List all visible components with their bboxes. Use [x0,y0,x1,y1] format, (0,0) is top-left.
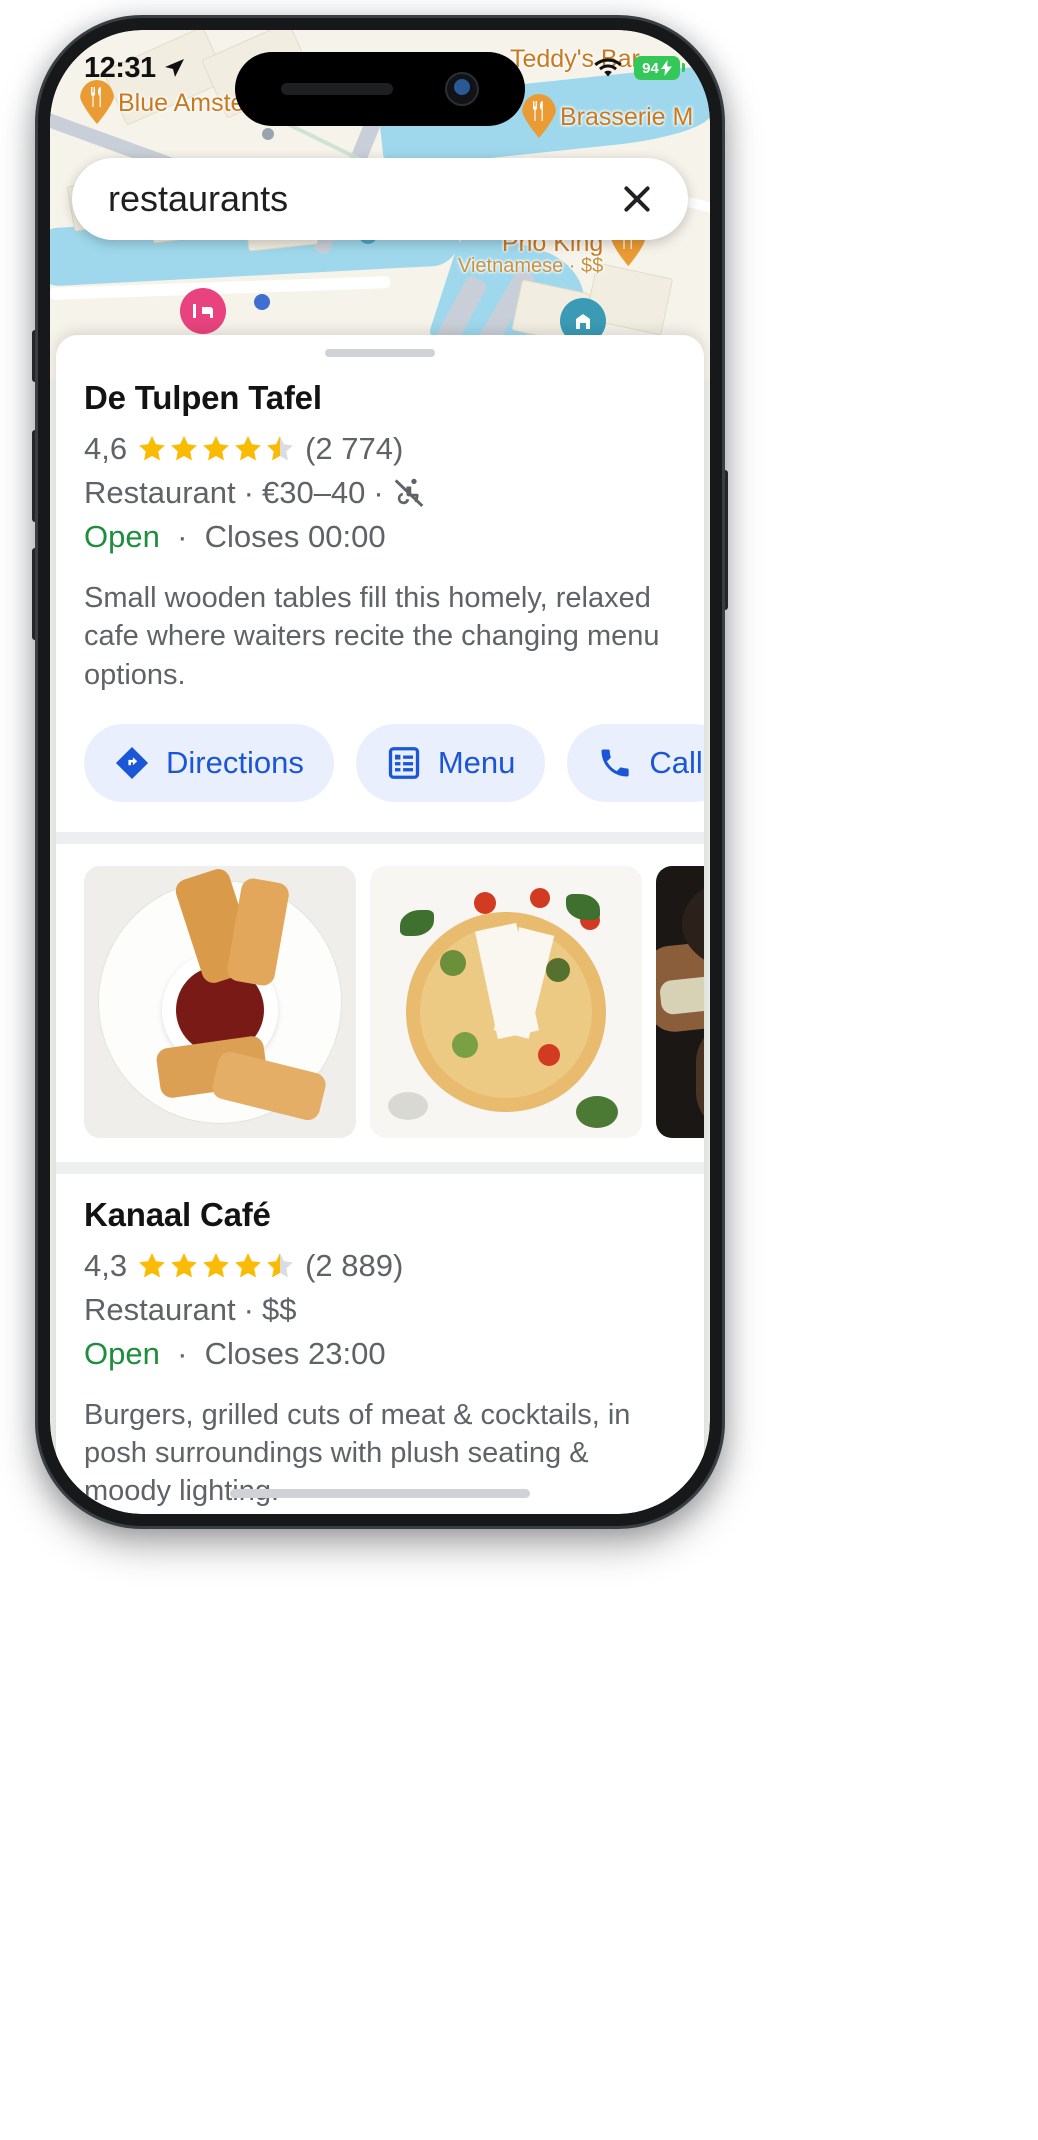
result-card-de-tulpen-tafel[interactable]: De Tulpen Tafel 4,6 (2 774) Restaurant ·… [56,379,704,1138]
rating-value: 4,6 [84,431,128,466]
star-icon [139,1252,165,1278]
meta-row: Restaurant · $$ [84,1292,676,1328]
open-status: Open [84,1335,160,1371]
results-sheet[interactable]: De Tulpen Tafel 4,6 (2 774) Restaurant ·… [56,335,704,1514]
star-half-icon [267,1252,293,1278]
card-divider [56,1161,704,1174]
home-indicator[interactable] [230,1489,530,1498]
menu-label: Menu [437,744,516,780]
dynamic-island [235,52,525,126]
place-name: De Tulpen Tafel [84,379,322,416]
star-icon [235,436,261,461]
result-card-kanaal-cafe[interactable]: Kanaal Café 4,3 (2 889) Restaurant · $$ … [56,1195,704,1514]
star-icon [171,436,197,461]
action-chips[interactable]: Directions Menu Call [56,723,704,802]
earpiece-speaker [281,83,393,95]
phone-frame: Blue Amsterdam Teddy's Bar Brasserie M P… [38,18,722,1526]
map-poi-label: Teddy's Bar [510,45,640,73]
menu-list-icon [388,746,419,779]
meta-dot: · [168,1335,197,1371]
star-half-icon [267,436,293,461]
restaurant-pin-icon [80,80,114,124]
map-poi-sublabel: Vietnamese · $$ [458,255,604,278]
map-pin-hotel[interactable] [180,288,226,334]
meta-dot: · [243,1291,254,1327]
place-category: Restaurant [84,1291,236,1327]
photo-churros-with-dipping-sauce[interactable] [84,865,356,1138]
star-icon [171,1252,197,1278]
place-description: Small wooden tables fill this homely, re… [84,582,660,691]
star-rating [137,434,295,464]
close-x-icon[interactable] [620,182,654,216]
search-bar[interactable]: restaurants [72,158,688,240]
review-count: (2 774) [305,431,404,466]
star-icon [203,1252,229,1278]
place-name: Kanaal Café [84,1195,271,1233]
search-input[interactable]: restaurants [108,178,288,220]
closing-time: Closes 23:00 [204,1335,386,1371]
restaurant-pin-icon [522,94,556,138]
phone-screen: Blue Amsterdam Teddy's Bar Brasserie M P… [50,30,710,1514]
call-button[interactable]: Call [567,723,704,802]
rating-row: 4,3 (2 889) [84,1248,676,1284]
map-poi-teddys-bar[interactable]: Teddy's Bar [510,36,640,73]
card-divider [56,831,704,844]
no-wheelchair-icon [394,478,424,507]
map-poi-label: Brasserie M [560,103,694,131]
meta-dot: · [373,475,384,510]
photo-strip[interactable] [56,844,704,1138]
phone-icon [601,749,630,777]
phone-bezel: Blue Amsterdam Teddy's Bar Brasserie M P… [50,30,710,1514]
meta-row: Restaurant · €30–40 · [84,475,676,511]
directions-label: Directions [166,744,304,780]
meta-dot: · [243,475,254,510]
screenshot-root: Blue Amsterdam Teddy's Bar Brasserie M P… [0,0,1038,2140]
place-price: $$ [261,1291,297,1327]
closing-time: Closes 00:00 [204,519,386,554]
rating-row: 4,6 (2 774) [84,431,676,467]
star-icon [139,436,165,461]
place-category: Restaurant [84,475,236,510]
directions-button[interactable]: Directions [84,723,334,802]
call-label: Call [649,744,703,780]
power-button[interactable] [721,470,728,610]
review-count: (2 889) [305,1247,404,1283]
rating-value: 4,3 [84,1247,128,1283]
photo-hands-holding-burger[interactable] [656,865,704,1138]
map-dot [254,294,270,310]
hours-row: Open · Closes 23:00 [84,1336,676,1372]
open-status: Open [84,519,160,554]
photo-vegetable-pizza-sliced[interactable] [370,865,642,1138]
meta-dot: · [168,519,197,554]
menu-button[interactable]: Menu [355,723,546,802]
front-camera [445,72,479,106]
hours-row: Open · Closes 00:00 [84,519,676,555]
map-poi-brasserie-m[interactable]: Brasserie M [522,94,693,138]
map-dot [262,128,274,140]
drag-handle[interactable] [325,349,435,357]
star-rating [137,1251,295,1281]
directions-diamond-icon [115,746,149,779]
place-price: €30–40 [261,475,366,510]
star-icon [203,436,229,461]
star-icon [235,1252,261,1278]
